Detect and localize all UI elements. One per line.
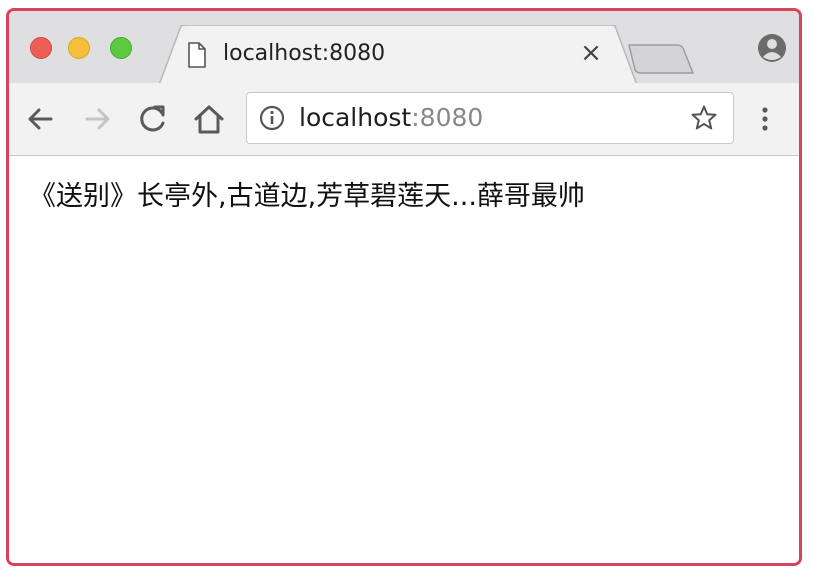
arrow-left-icon[interactable] — [23, 101, 59, 137]
document-icon — [188, 42, 206, 68]
arrow-right-icon[interactable] — [79, 101, 115, 137]
home-icon[interactable] — [191, 101, 227, 137]
url-text[interactable]: localhost:8080 — [299, 103, 483, 133]
window-minimize-button[interactable] — [68, 37, 90, 59]
tab-strip: localhost:8080 × — [9, 11, 799, 85]
tab-close-button[interactable]: × — [577, 38, 605, 68]
window-close-button[interactable] — [30, 37, 52, 59]
browser-window: localhost:8080 × localhost:8080 《送别》长亭外,… — [6, 8, 802, 566]
tab-title: localhost:8080 — [223, 41, 386, 66]
info-icon[interactable] — [259, 105, 285, 131]
toolbar: localhost:8080 — [9, 83, 799, 156]
profile-icon[interactable] — [757, 33, 787, 63]
reload-icon[interactable] — [135, 101, 171, 137]
page-content: 《送别》长亭外,古道边,芳草碧莲天...薛哥最帅 — [9, 156, 799, 563]
star-icon[interactable] — [690, 104, 718, 132]
url-port: :8080 — [411, 103, 484, 132]
more-vertical-icon[interactable] — [753, 101, 777, 137]
window-maximize-button[interactable] — [110, 37, 132, 59]
new-tab-button[interactable] — [627, 43, 695, 75]
address-bar[interactable]: localhost:8080 — [246, 92, 734, 144]
url-host: localhost — [299, 103, 412, 132]
page-text: 《送别》长亭外,古道边,芳草碧莲天...薛哥最帅 — [29, 181, 585, 212]
